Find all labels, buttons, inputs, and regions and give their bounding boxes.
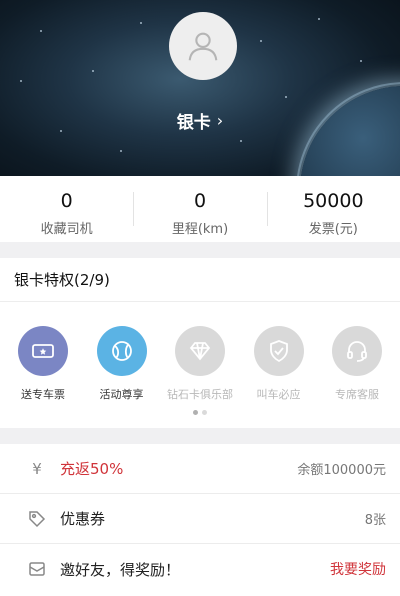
privilege-icon-bg [332, 326, 382, 376]
privileges-section: 银卡特权(2/9) 送专车票 活动尊享 钻石卡俱乐部 叫车必应 专席客服 [0, 258, 400, 428]
claim-reward-link[interactable]: 我要奖励 [330, 559, 386, 579]
list-row-recharge[interactable]: ¥ 充返50% 余额100000元 [0, 444, 400, 494]
stat-value: 50000 [303, 190, 364, 212]
chevron-right-icon: › [216, 111, 224, 130]
privilege-label: 活动尊享 [99, 388, 144, 401]
stat-label: 里程(km) [171, 222, 229, 237]
stat-label: 收藏司机 [40, 222, 93, 237]
privilege-label: 送专车票 [21, 388, 65, 401]
yen-icon: ¥ [32, 459, 42, 478]
privilege-label: 叫车必应 [256, 388, 301, 401]
invite-title: 邀好友，得奖励！ [60, 560, 181, 579]
avatar[interactable] [169, 12, 237, 80]
privileges-title: 银卡特权(2/9) [0, 258, 400, 302]
privilege-guaranteed-ride[interactable]: 叫车必应 [240, 326, 318, 402]
privilege-label: 专席客服 [335, 388, 379, 401]
page-dot[interactable] [193, 410, 198, 415]
privilege-icon-bg [18, 326, 68, 376]
stat-mileage[interactable]: 0 里程(km) [133, 176, 266, 242]
stat-value: 0 [193, 190, 207, 212]
privilege-activity[interactable]: 活动尊享 [83, 326, 161, 402]
benefits-list: ¥ 充返50% 余额100000元 优惠券 8张 邀好友，得奖励！ 我要奖励 [0, 444, 400, 596]
page-dot[interactable] [202, 410, 207, 415]
privileges-carousel[interactable]: 送专车票 活动尊享 钻石卡俱乐部 叫车必应 专席客服 [0, 302, 400, 402]
tag-icon [26, 508, 48, 530]
privilege-vip-service[interactable]: 专席客服 [318, 326, 396, 402]
headset-icon [347, 341, 367, 362]
stats-bar: 0 收藏司机 0 里程(km) 50000 发票(元) [0, 176, 400, 242]
privilege-icon-bg [96, 326, 147, 376]
envelope-icon [26, 558, 48, 580]
stat-invoice[interactable]: 50000 发票(元) [266, 176, 400, 242]
privilege-icon-bg [175, 326, 225, 376]
ball-icon [111, 341, 132, 361]
carousel-page-indicator [0, 410, 400, 415]
stat-label: 发票(元) [308, 222, 358, 237]
privilege-label: 钻石卡俱乐部 [167, 388, 233, 401]
shield-icon [269, 340, 288, 363]
coupon-count: 8张 [364, 513, 386, 528]
privilege-diamond-club[interactable]: 钻石卡俱乐部 [161, 326, 239, 402]
profile-header: 银卡 › [0, 0, 400, 176]
stat-favorite-drivers[interactable]: 0 收藏司机 [0, 176, 133, 242]
member-level-link[interactable]: 银卡 › [0, 108, 400, 133]
privilege-icon-bg [253, 326, 304, 376]
privilege-ticket[interactable]: 送专车票 [4, 326, 82, 402]
recharge-title: 充返50% [60, 460, 124, 478]
balance-text: 余额100000元 [297, 463, 386, 478]
list-row-invite[interactable]: 邀好友，得奖励！ 我要奖励 [0, 544, 400, 594]
coupons-title: 优惠券 [60, 510, 106, 528]
user-avatar-icon [188, 32, 218, 61]
ticket-icon [32, 344, 54, 358]
member-level-label: 银卡 [176, 113, 211, 133]
stat-value: 0 [60, 190, 73, 212]
diamond-icon [189, 342, 211, 361]
list-row-coupons[interactable]: 优惠券 8张 [0, 494, 400, 544]
